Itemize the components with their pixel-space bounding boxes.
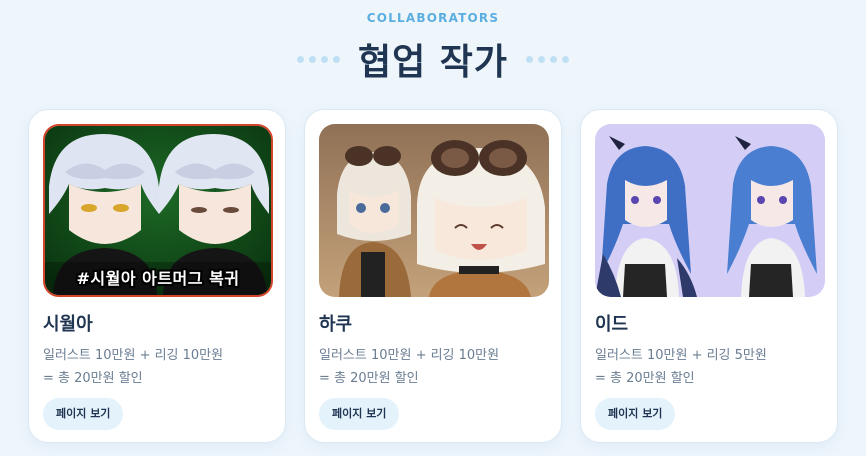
collaborator-name: 이드	[595, 314, 629, 335]
view-page-button[interactable]: 페이지 보기	[319, 398, 400, 430]
discount-line: = 총 20만원 할인	[319, 371, 419, 386]
decorative-dots-right	[526, 55, 569, 63]
price-line: 일러스트 10만원 + 리깅 10만원	[43, 348, 224, 363]
view-page-button[interactable]: 페이지 보기	[595, 398, 676, 430]
collaborator-card-3: 이드 일러스트 10만원 + 리깅 5만원 = 총 20만원 할인 페이지 보기	[580, 109, 838, 443]
collaborator-card-2: 하쿠 일러스트 10만원 + 리깅 10만원 = 총 20만원 할인 페이지 보…	[304, 109, 562, 443]
thumbnail-banner-text: #시월아 아트머그 복귀	[76, 269, 240, 288]
collaborator-description: 일러스트 10만원 + 리깅 5만원 = 총 20만원 할인	[595, 344, 767, 390]
collaborator-thumbnail[interactable]: #시월아 아트머그 복귀	[43, 124, 273, 297]
collaborator-description: 일러스트 10만원 + 리깅 10만원 = 총 20만원 할인	[43, 344, 223, 390]
section-title-row: 협업 작가	[0, 32, 866, 86]
discount-line: = 총 20만원 할인	[43, 371, 143, 386]
decorative-dots-left	[296, 55, 340, 63]
view-page-button[interactable]: 페이지 보기	[43, 398, 124, 430]
collaborator-thumbnail[interactable]	[595, 124, 825, 297]
collaborator-thumbnail[interactable]	[319, 124, 549, 297]
collaborator-name: 시월아	[43, 314, 93, 335]
section-title: 협업 작가	[357, 42, 508, 83]
collaborator-description: 일러스트 10만원 + 리깅 10만원 = 총 20만원 할인	[319, 344, 499, 390]
discount-line: = 총 20만원 할인	[595, 371, 695, 386]
collaborator-name: 하쿠	[319, 314, 353, 335]
price-line: 일러스트 10만원 + 리깅 10만원	[319, 348, 500, 363]
collaborator-card-1: #시월아 아트머그 복귀 시월아 일러스트 10만원 + 리깅 10만원 = 총…	[28, 109, 286, 443]
price-line: 일러스트 10만원 + 리깅 5만원	[595, 348, 767, 363]
section-eyebrow: COLLABORATORS	[366, 11, 500, 25]
